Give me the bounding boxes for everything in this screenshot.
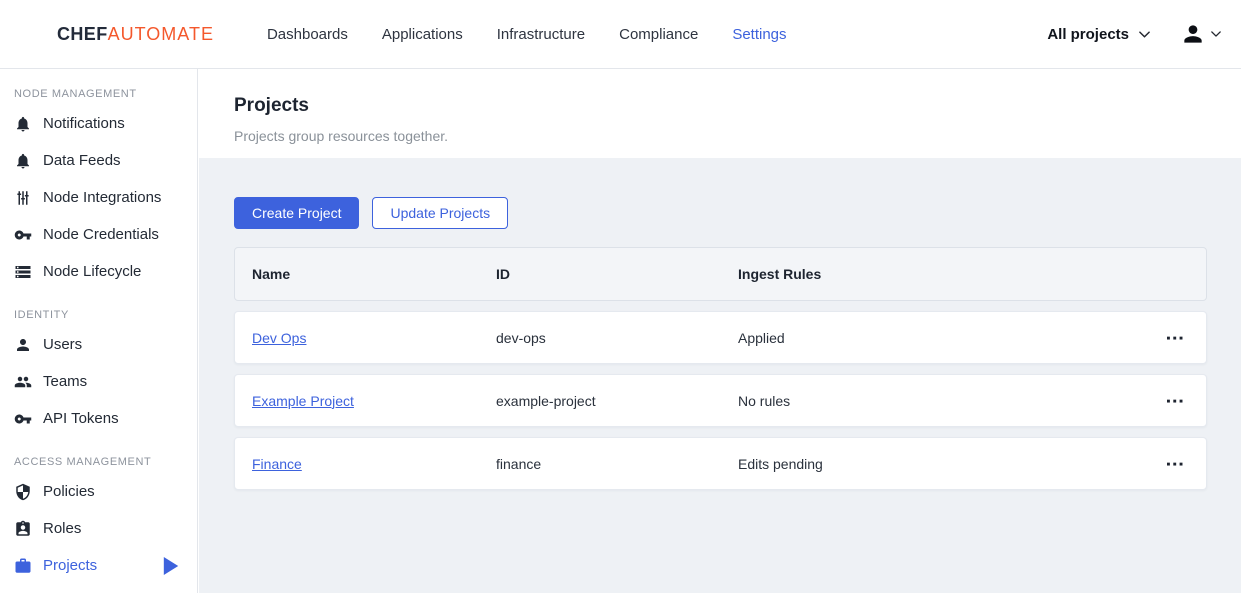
nav-applications[interactable]: Applications bbox=[382, 26, 463, 43]
sidebar-item-label: Teams bbox=[43, 373, 87, 390]
main-content: Projects Projects group resources togeth… bbox=[199, 69, 1241, 593]
actions-row: Create Project Update Projects bbox=[234, 197, 1206, 229]
sidebar-item-teams[interactable]: Teams bbox=[0, 363, 197, 400]
sidebar-item-node-credentials[interactable]: Node Credentials bbox=[0, 216, 197, 253]
project-link[interactable]: Example Project bbox=[252, 393, 354, 409]
sidebar-item-label: Projects bbox=[43, 557, 97, 574]
projects-filter-label: All projects bbox=[1047, 26, 1129, 43]
table-row: Example Project example-project No rules bbox=[234, 374, 1207, 427]
sidebar-item-label: Data Feeds bbox=[43, 152, 121, 169]
expand-arrow-icon[interactable] bbox=[162, 557, 180, 575]
ingest-rules-status: Edits pending bbox=[721, 456, 1146, 472]
table-row: Finance finance Edits pending bbox=[234, 437, 1207, 490]
ingest-rules-status: Applied bbox=[721, 330, 1146, 346]
page-title: Projects bbox=[234, 69, 1241, 117]
ingest-rules-status: No rules bbox=[721, 393, 1146, 409]
page-header: Projects Projects group resources togeth… bbox=[199, 69, 1241, 158]
project-id: finance bbox=[479, 456, 721, 472]
user-menu[interactable] bbox=[1180, 21, 1221, 47]
sidebar-item-projects[interactable]: Projects bbox=[0, 547, 197, 584]
bell-icon bbox=[14, 152, 32, 170]
briefcase-icon bbox=[14, 557, 32, 575]
sidebar-heading-access-management: ACCESS MANAGEMENT bbox=[14, 455, 197, 470]
projects-table: Name ID Ingest Rules Dev Ops dev-ops App… bbox=[234, 247, 1207, 490]
nav-dashboards[interactable]: Dashboards bbox=[267, 26, 348, 43]
sidebar-heading-identity: IDENTITY bbox=[14, 308, 197, 323]
chef-automate-logo[interactable]: CHEFAUTOMATE bbox=[57, 24, 214, 45]
topbar-right-group: All projects bbox=[1047, 21, 1221, 47]
sliders-icon bbox=[14, 189, 32, 207]
shield-icon bbox=[14, 483, 32, 501]
project-link[interactable]: Finance bbox=[252, 456, 302, 472]
more-horiz-icon bbox=[1167, 399, 1185, 403]
sidebar-item-label: Node Credentials bbox=[43, 226, 159, 243]
sidebar-item-label: Roles bbox=[43, 520, 81, 537]
sidebar-item-data-feeds[interactable]: Data Feeds bbox=[0, 142, 197, 179]
sidebar-item-notifications[interactable]: Notifications bbox=[0, 105, 197, 142]
nav-settings[interactable]: Settings bbox=[732, 26, 786, 43]
table-row: Dev Ops dev-ops Applied bbox=[234, 311, 1207, 364]
row-menu-button[interactable] bbox=[1161, 391, 1191, 411]
project-id: dev-ops bbox=[479, 330, 721, 346]
sidebar-heading-node-management: NODE MANAGEMENT bbox=[14, 87, 197, 102]
page-subtitle: Projects group resources together. bbox=[234, 128, 1241, 144]
sidebar-item-roles[interactable]: Roles bbox=[0, 510, 197, 547]
sidebar-item-label: Node Integrations bbox=[43, 189, 161, 206]
column-header-ingest-rules: Ingest Rules bbox=[721, 266, 1146, 282]
bell-icon bbox=[14, 115, 32, 133]
sidebar-item-label: API Tokens bbox=[43, 410, 119, 427]
nav-infrastructure[interactable]: Infrastructure bbox=[497, 26, 585, 43]
update-projects-button[interactable]: Update Projects bbox=[372, 197, 508, 229]
top-navigation-bar: CHEFAUTOMATE Dashboards Applications Inf… bbox=[0, 0, 1241, 69]
sidebar-item-api-tokens[interactable]: API Tokens bbox=[0, 400, 197, 437]
logo-chef-text: CHEF bbox=[57, 24, 108, 44]
more-horiz-icon bbox=[1167, 462, 1185, 466]
person-icon bbox=[14, 336, 32, 354]
create-project-button[interactable]: Create Project bbox=[234, 197, 359, 229]
column-header-id: ID bbox=[479, 266, 721, 282]
key-icon bbox=[14, 410, 32, 428]
sidebar-item-node-lifecycle[interactable]: Node Lifecycle bbox=[0, 253, 197, 290]
sidebar-item-label: Node Lifecycle bbox=[43, 263, 141, 280]
people-icon bbox=[14, 373, 32, 391]
sidebar-item-node-integrations[interactable]: Node Integrations bbox=[0, 179, 197, 216]
row-menu-button[interactable] bbox=[1161, 454, 1191, 474]
storage-icon bbox=[14, 263, 32, 281]
more-horiz-icon bbox=[1167, 336, 1185, 340]
sidebar-item-label: Policies bbox=[43, 483, 95, 500]
project-id: example-project bbox=[479, 393, 721, 409]
nav-compliance[interactable]: Compliance bbox=[619, 26, 698, 43]
sidebar-item-label: Users bbox=[43, 336, 82, 353]
badge-icon bbox=[14, 520, 32, 538]
sidebar-item-label: Notifications bbox=[43, 115, 125, 132]
chevron-down-icon bbox=[1211, 31, 1221, 37]
project-link[interactable]: Dev Ops bbox=[252, 330, 306, 346]
sidebar-item-users[interactable]: Users bbox=[0, 326, 197, 363]
settings-sidebar: NODE MANAGEMENT Notifications Data Feeds… bbox=[0, 69, 198, 593]
column-header-name: Name bbox=[235, 266, 479, 282]
user-avatar-icon bbox=[1180, 21, 1206, 47]
logo-automate-text: AUTOMATE bbox=[108, 24, 214, 44]
chevron-down-icon bbox=[1139, 31, 1150, 38]
projects-panel: Create Project Update Projects Name ID I… bbox=[199, 158, 1241, 490]
row-menu-button[interactable] bbox=[1161, 328, 1191, 348]
sidebar-item-policies[interactable]: Policies bbox=[0, 473, 197, 510]
table-header-row: Name ID Ingest Rules bbox=[234, 247, 1207, 301]
projects-filter-dropdown[interactable]: All projects bbox=[1047, 26, 1150, 43]
key-icon bbox=[14, 226, 32, 244]
primary-nav: Dashboards Applications Infrastructure C… bbox=[267, 26, 787, 43]
